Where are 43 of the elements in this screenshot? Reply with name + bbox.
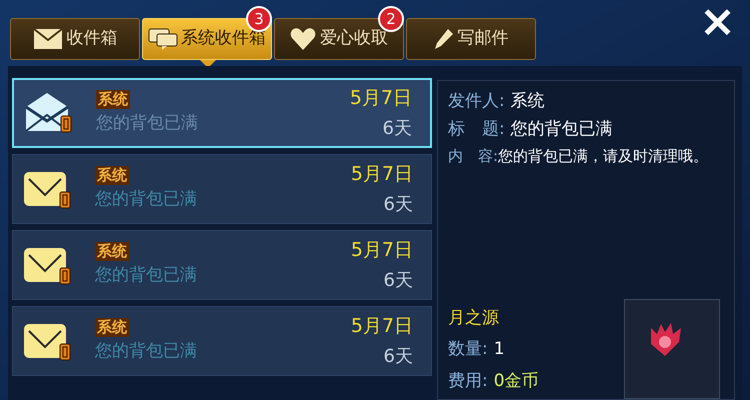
- item-name: 月之源: [448, 306, 500, 330]
- tab[interactable]: 收件箱: [10, 18, 140, 60]
- mail-subject: 您的背包已满: [95, 264, 198, 287]
- field-label: 内 容:: [448, 146, 498, 167]
- close-button[interactable]: ×: [699, 0, 736, 44]
- mail-row[interactable]: 系统 您的背包已满 5月7日 6天: [12, 230, 432, 300]
- sender-name: 系统: [96, 90, 130, 109]
- mail-subject: 您的背包已满: [95, 340, 198, 363]
- sender-value: 系统: [510, 90, 545, 113]
- paperclip-icon: [59, 343, 71, 361]
- cost-value: 0金币: [494, 370, 539, 393]
- mail-date: 5月7日: [350, 238, 413, 264]
- field-label: 发件人:: [448, 90, 505, 113]
- paperclip-icon: [59, 191, 71, 209]
- item-slot[interactable]: [624, 299, 720, 399]
- mail-row[interactable]: 系统 您的背包已满 5月7日 6天: [12, 154, 432, 224]
- mail-date: 5月7日: [350, 314, 413, 340]
- expiry-days: 6天: [384, 190, 413, 218]
- mail-subject: 您的背包已满: [96, 112, 199, 135]
- heart-icon: [290, 27, 316, 51]
- field-label: 标 题:: [448, 118, 505, 141]
- mail-subject: 您的背包已满: [95, 188, 198, 211]
- expiry-days: 6天: [384, 342, 413, 370]
- field-label: 数量:: [448, 338, 488, 361]
- speech-bubbles-icon: [148, 27, 178, 51]
- mail-date: 5月7日: [350, 162, 413, 188]
- pen-icon: [434, 28, 454, 50]
- mail-date: 5月7日: [350, 86, 412, 112]
- paperclip-icon: [59, 267, 71, 285]
- envelope-icon: [32, 28, 62, 50]
- mail-row[interactable]: 系统 您的背包已满 5月7日 6天: [12, 306, 432, 376]
- paperclip-icon: [60, 115, 72, 133]
- title-value: 您的背包已满: [510, 118, 613, 141]
- sender-name: 系统: [95, 242, 129, 261]
- mail-body: 您的背包已满，请及时清理哦。: [498, 146, 708, 167]
- mail-row[interactable]: 系统 您的背包已满 5月7日 6天: [12, 78, 432, 148]
- sender-name: 系统: [95, 166, 129, 185]
- expiry-days: 6天: [382, 114, 412, 142]
- field-label: 费用:: [448, 370, 488, 393]
- expiry-days: 6天: [384, 266, 413, 294]
- tab[interactable]: 写邮件: [406, 18, 536, 60]
- sender-name: 系统: [95, 318, 129, 337]
- quantity-value: 1: [494, 338, 505, 361]
